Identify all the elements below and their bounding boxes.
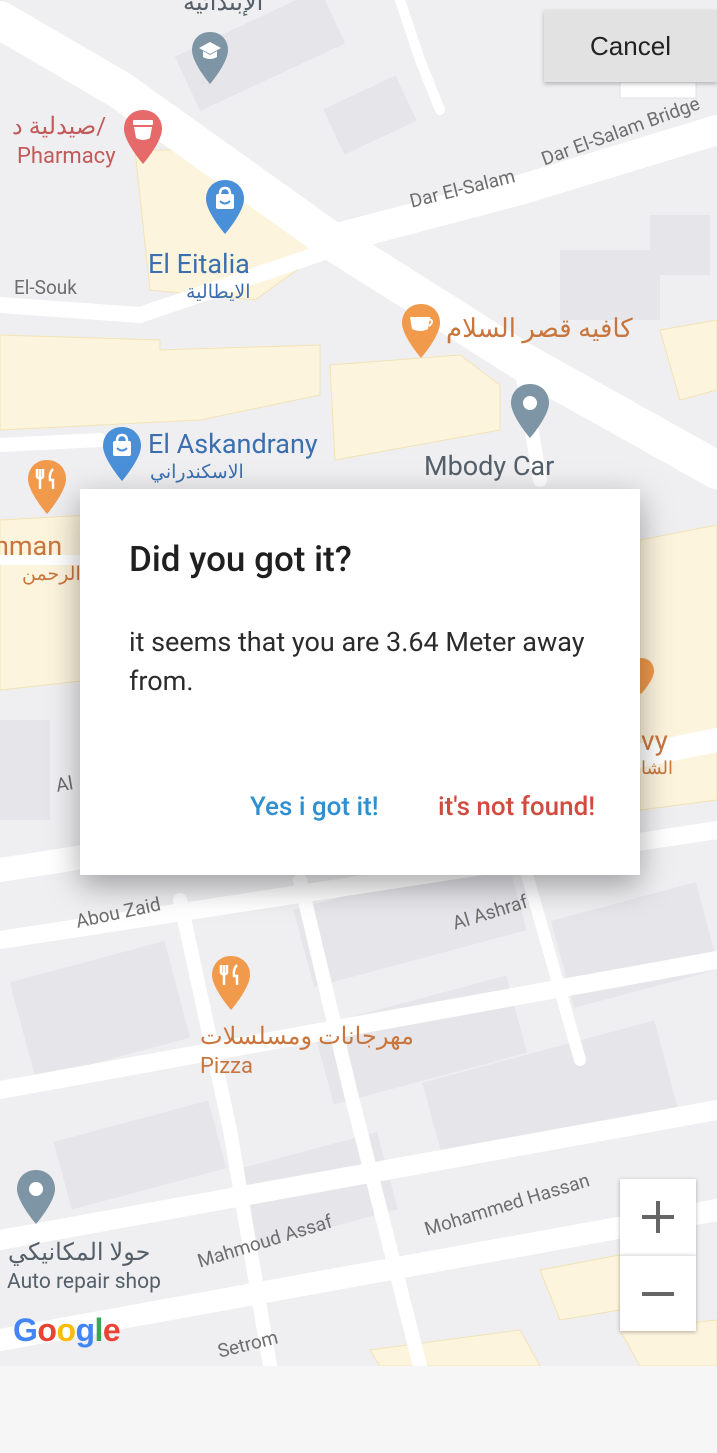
dialog-title: Did you got it? — [129, 539, 352, 580]
confirmation-dialog: Did you got it? it seems that you are 3.… — [80, 489, 640, 875]
bottom-area — [0, 1366, 717, 1453]
not-found-button[interactable]: it's not found! — [438, 792, 595, 822]
confirm-found-button[interactable]: Yes i got it! — [250, 792, 379, 822]
dialog-message: it seems that you are 3.64 Meter away fr… — [129, 626, 585, 697]
